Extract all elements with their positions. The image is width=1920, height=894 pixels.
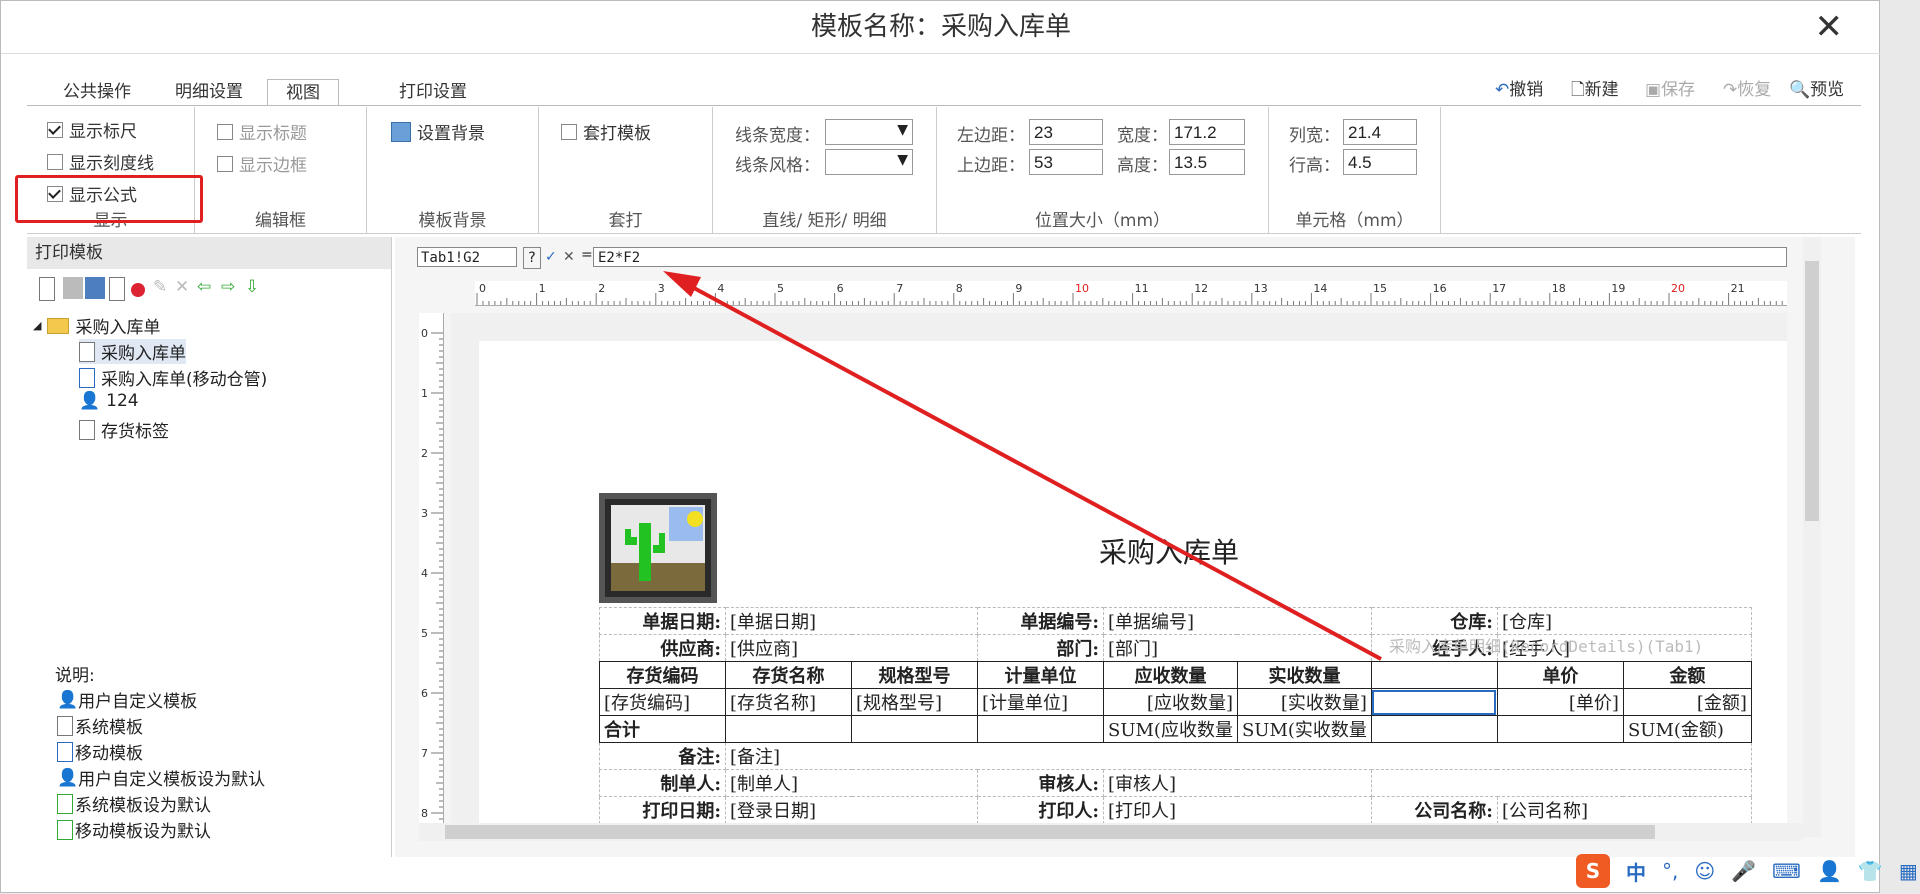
emoji-icon[interactable]: ☺ — [1694, 859, 1715, 883]
user-icon[interactable]: 👤 — [1817, 859, 1842, 883]
punctuation-toggle[interactable]: °, — [1662, 859, 1678, 883]
microphone-icon[interactable]: 🎤 — [1731, 859, 1756, 883]
annotation-arrow-line — [680, 279, 1382, 661]
sogou-logo-icon[interactable]: S — [1576, 854, 1610, 888]
ime-language-toggle[interactable]: 中 — [1626, 857, 1646, 886]
annotation-arrowhead — [663, 271, 701, 297]
skin-icon[interactable]: 👕 — [1858, 859, 1883, 883]
annotation-arrow — [663, 271, 1382, 661]
dialog-window: 模板名称：采购入库单 ✕ 公共操作 明细设置 视图 打印设置 ↶撤销 🗋新建 ▣… — [0, 0, 1881, 893]
toolbox-icon[interactable]: ▦ — [1899, 859, 1918, 883]
ime-taskbar: S 中 °, ☺ 🎤 ⌨ 👤 👕 ▦ — [1576, 852, 1918, 890]
keyboard-icon[interactable]: ⌨ — [1772, 859, 1801, 883]
